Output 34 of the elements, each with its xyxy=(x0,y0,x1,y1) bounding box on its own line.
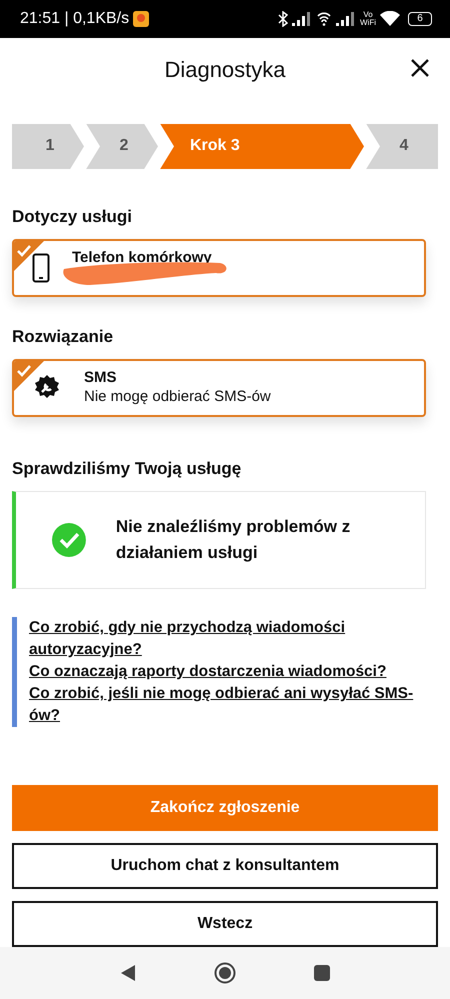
signal-icon xyxy=(292,12,312,26)
secondary-button[interactable]: Wstecz xyxy=(12,901,438,948)
service-card[interactable]: Telefon komórkowy xyxy=(12,239,426,298)
step-tab[interactable]: 4 xyxy=(366,124,438,170)
wifi-icon xyxy=(380,11,400,26)
section-heading: Sprawdziliśmy Twoją usługę xyxy=(12,459,242,480)
step-tab[interactable]: 2 xyxy=(86,124,158,170)
section-heading: Dotyczy usługi xyxy=(12,207,133,228)
vowifi-label: Vo WiFi xyxy=(360,10,376,27)
status-time: 21:51 | 0,1KB/s xyxy=(20,10,130,28)
card-title: Telefon komórkowy xyxy=(72,249,212,266)
phone-icon xyxy=(32,253,50,284)
check-corner-icon xyxy=(14,241,44,272)
battery-indicator: 6 xyxy=(408,12,432,26)
home-nav-icon[interactable] xyxy=(214,962,236,984)
check-circle-icon xyxy=(52,523,86,558)
card-subtitle: Nie mogę odbierać SMS-ów xyxy=(84,388,271,406)
bluetooth-icon xyxy=(278,10,288,27)
help-link[interactable]: Co oznaczają raporty dostarczenia wiadomości? xyxy=(29,661,438,684)
help-link[interactable]: Co zrobić, jeśli nie mogę odbierać ani wysyłać SMS-ów? xyxy=(29,683,438,728)
app-notification-icon xyxy=(133,10,150,27)
card-title: SMS xyxy=(84,369,118,386)
recents-nav-icon[interactable] xyxy=(313,964,332,982)
hotspot-icon xyxy=(316,10,332,27)
check-corner-icon xyxy=(14,361,44,392)
service-card[interactable]: SMS Nie mogę odbierać SMS-ów xyxy=(12,359,426,418)
section-heading: Rozwiązanie xyxy=(12,327,114,348)
signal-icon xyxy=(336,12,356,26)
page-title: Diagnostyka xyxy=(164,56,286,83)
secondary-button[interactable]: Uruchom chat z konsultantem xyxy=(12,843,438,890)
back-nav-icon[interactable] xyxy=(118,964,137,982)
step-tab[interactable]: 1 xyxy=(12,124,84,170)
result-message: Nie znaleźliśmy problemów z działaniem usługi xyxy=(116,516,352,564)
help-link[interactable]: Co zrobić, gdy nie przychodzą wiadomości autoryzacyjne? xyxy=(29,617,438,662)
